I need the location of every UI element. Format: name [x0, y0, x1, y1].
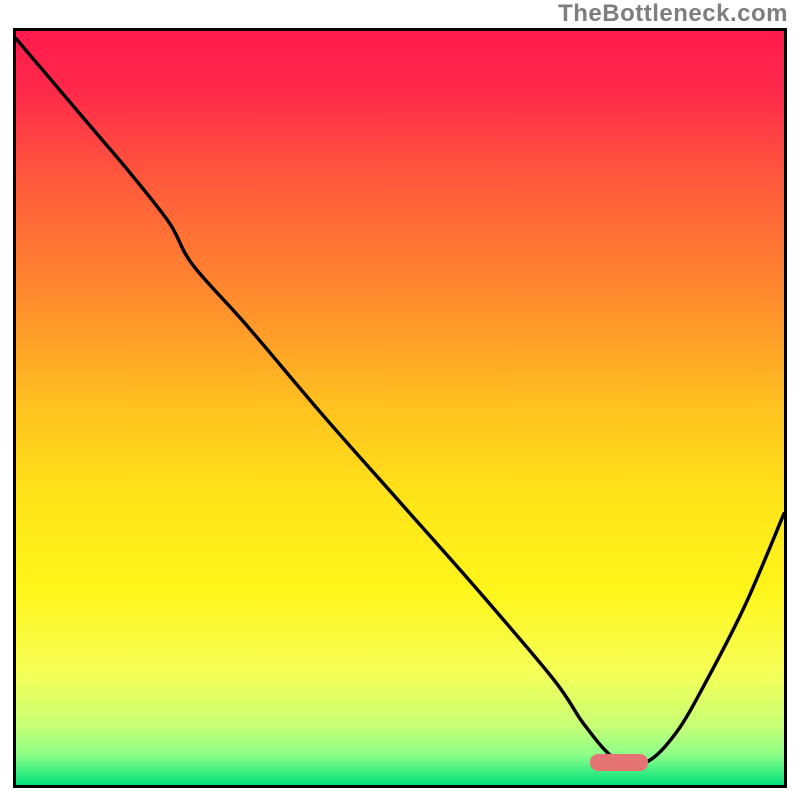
chart-area: [13, 28, 787, 788]
attribution-text: TheBottleneck.com: [558, 0, 788, 28]
optimal-marker: [590, 754, 648, 771]
bottleneck-curve: [16, 31, 784, 785]
